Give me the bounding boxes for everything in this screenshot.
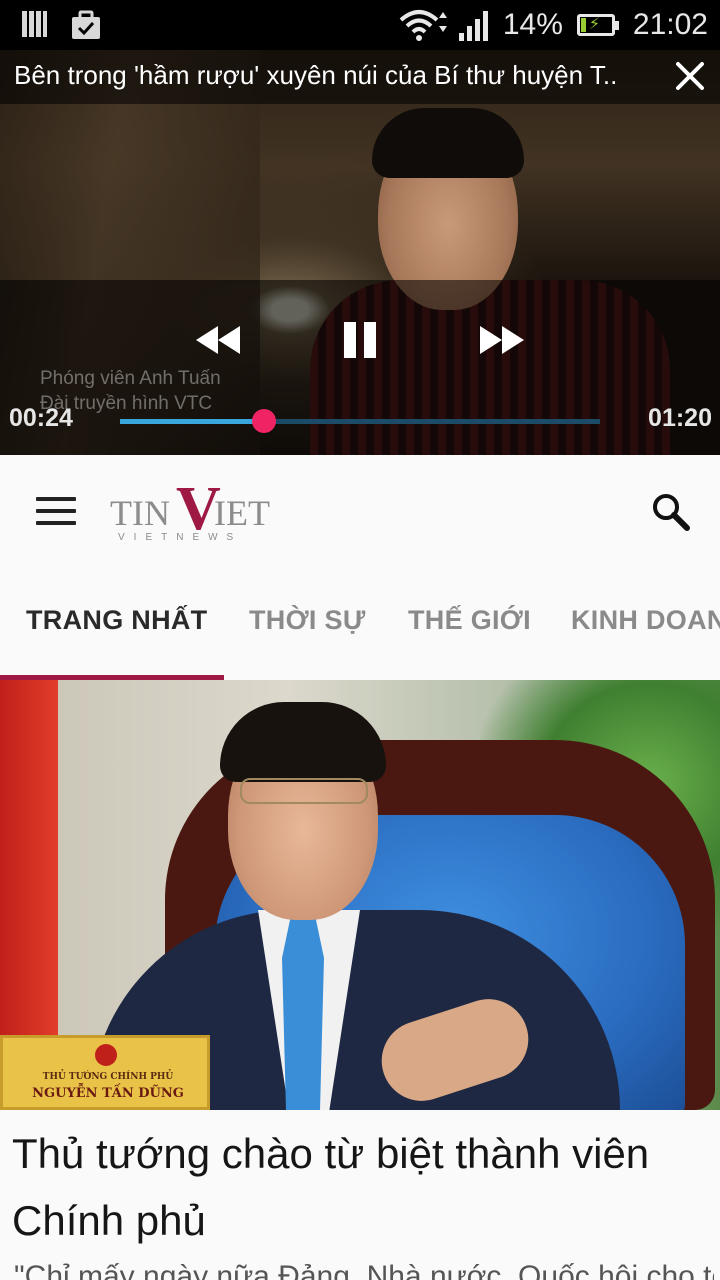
- search-button[interactable]: [650, 491, 692, 533]
- logo-image: TIN V IET VIETNEWS: [110, 475, 270, 543]
- menu-button[interactable]: [36, 497, 76, 525]
- clock: 21:02: [632, 8, 708, 41]
- battery-charging-icon: ⚡: [576, 14, 619, 36]
- elapsed-time: 00:24: [9, 404, 73, 432]
- tab-thoi-su[interactable]: THỜI SỰ: [249, 605, 366, 636]
- tinviet-logo[interactable]: TIN V IET VIETNEWS: [110, 473, 280, 545]
- signal-strength-icon: [458, 11, 488, 41]
- status-bar: 14% ⚡ 21:02: [0, 0, 720, 50]
- wifi-icon: [399, 10, 447, 41]
- rewind-button[interactable]: [190, 318, 246, 362]
- category-tabs: TRANG NHẤT THỜI SỰ THẾ GIỚI KINH DOAN: [0, 565, 720, 680]
- tab-trang-nhat[interactable]: TRANG NHẤT: [26, 605, 207, 636]
- library-notification-icon: [22, 11, 47, 37]
- svg-text:VIETNEWS: VIETNEWS: [118, 532, 242, 543]
- rewind-icon: [196, 326, 240, 354]
- video-title: Bên trong 'hầm rượu' xuyên núi của Bí th…: [14, 60, 618, 90]
- svg-text:TIN: TIN: [110, 493, 170, 533]
- seek-bar-thumb[interactable]: [252, 409, 276, 433]
- video-player[interactable]: Bên trong 'hầm rượu' xuyên núi của Bí th…: [0, 50, 720, 455]
- fast-forward-icon: [480, 326, 524, 354]
- national-emblem-icon: [95, 1044, 117, 1066]
- nameplate: THỦ TƯỚNG CHÍNH PHỦ NGUYỄN TẤN DŨNG: [0, 1035, 210, 1110]
- seek-bar[interactable]: [120, 409, 600, 433]
- svg-text:IET: IET: [214, 493, 270, 533]
- fast-forward-button[interactable]: [474, 318, 530, 362]
- pause-button[interactable]: [332, 318, 388, 362]
- total-duration: 01:20: [648, 404, 712, 432]
- app-bar: TIN V IET VIETNEWS: [0, 455, 720, 565]
- search-icon: [653, 494, 690, 531]
- article-excerpt: "Chỉ mấy ngày nữa Đảng, Nhà nước, Quốc h…: [14, 1260, 714, 1280]
- article-hero-image[interactable]: THỦ TƯỚNG CHÍNH PHỦ NGUYỄN TẤN DŨNG: [0, 680, 720, 1110]
- close-icon: [676, 62, 704, 90]
- tab-kinh-doanh[interactable]: KINH DOAN: [571, 605, 720, 636]
- seek-bar-progress: [120, 419, 264, 424]
- article-card[interactable]: Thủ tướng chào từ biệt thành viên Chính …: [0, 1110, 720, 1280]
- pause-icon: [344, 322, 376, 358]
- tab-the-gioi[interactable]: THẾ GIỚI: [408, 605, 531, 636]
- close-video-button[interactable]: [668, 54, 712, 98]
- task-done-notification-icon: [72, 10, 100, 39]
- battery-percent: 14%: [502, 8, 563, 41]
- article-headline[interactable]: Thủ tướng chào từ biệt thành viên Chính …: [12, 1120, 702, 1254]
